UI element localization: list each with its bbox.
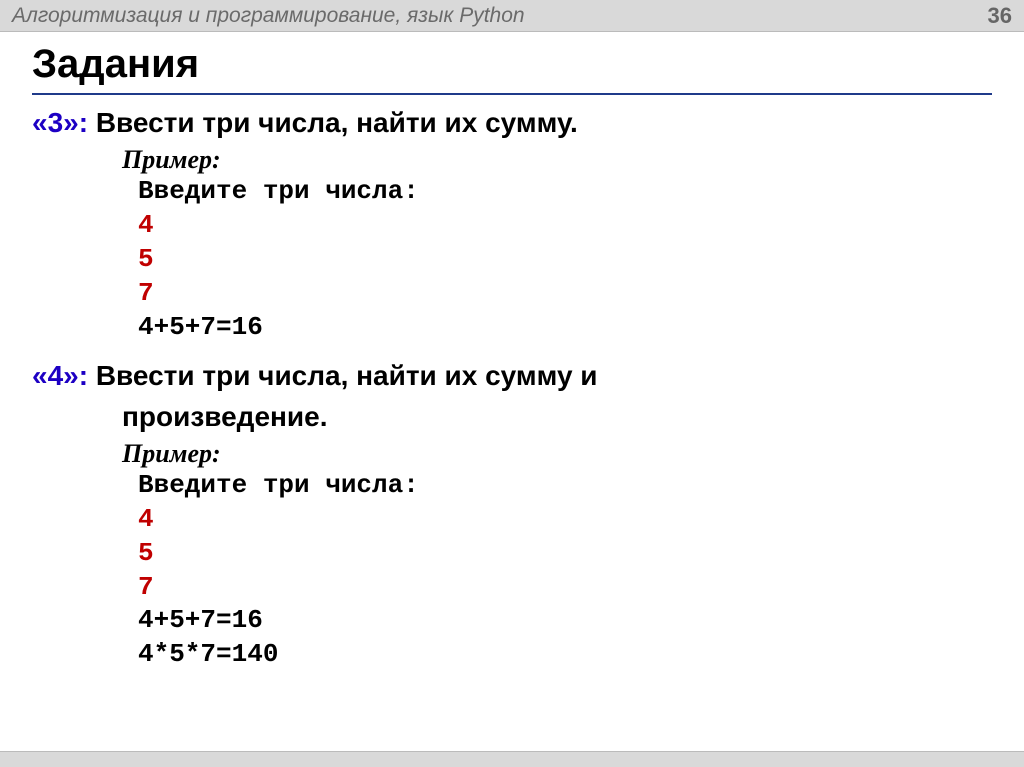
code-prompt: Введите три числа:	[138, 469, 992, 503]
task-3-text: Ввести три числа, найти их сумму.	[96, 107, 578, 138]
code-result-sum: 4+5+7=16	[138, 311, 992, 345]
grade-4-label: «4»:	[32, 360, 88, 391]
code-input-2: 5	[138, 537, 992, 571]
code-input-1: 4	[138, 209, 992, 243]
grade-3-label: «3»:	[32, 107, 88, 138]
header-title: Алгоритмизация и программирование, язык …	[12, 4, 525, 28]
task-3-code: Введите три числа: 4 5 7 4+5+7=16	[138, 175, 992, 344]
footer-bar	[0, 751, 1024, 767]
code-input-3: 7	[138, 277, 992, 311]
code-prompt: Введите три числа:	[138, 175, 992, 209]
task-4-code: Введите три числа: 4 5 7 4+5+7=16 4*5*7=…	[138, 469, 992, 672]
slide-content: Задания «3»: Ввести три числа, найти их …	[0, 32, 1024, 672]
task-4: «4»: Ввести три числа, найти их сумму и	[32, 358, 992, 394]
code-input-2: 5	[138, 243, 992, 277]
code-result-sum: 4+5+7=16	[138, 604, 992, 638]
task-3-example-label: Пример:	[122, 145, 992, 175]
heading-divider	[32, 93, 992, 95]
task-4-text-line1: Ввести три числа, найти их сумму и	[96, 360, 598, 391]
task-4-example-label: Пример:	[122, 439, 992, 469]
header-bar: Алгоритмизация и программирование, язык …	[0, 0, 1024, 32]
slide-heading: Задания	[32, 42, 992, 87]
code-result-product: 4*5*7=140	[138, 638, 992, 672]
page-number: 36	[988, 3, 1012, 29]
task-4-text-line2: произведение.	[122, 401, 328, 432]
task-4-text-line2-wrap: произведение.	[122, 399, 992, 435]
code-input-1: 4	[138, 503, 992, 537]
task-3: «3»: Ввести три числа, найти их сумму.	[32, 105, 992, 141]
code-input-3: 7	[138, 571, 992, 605]
